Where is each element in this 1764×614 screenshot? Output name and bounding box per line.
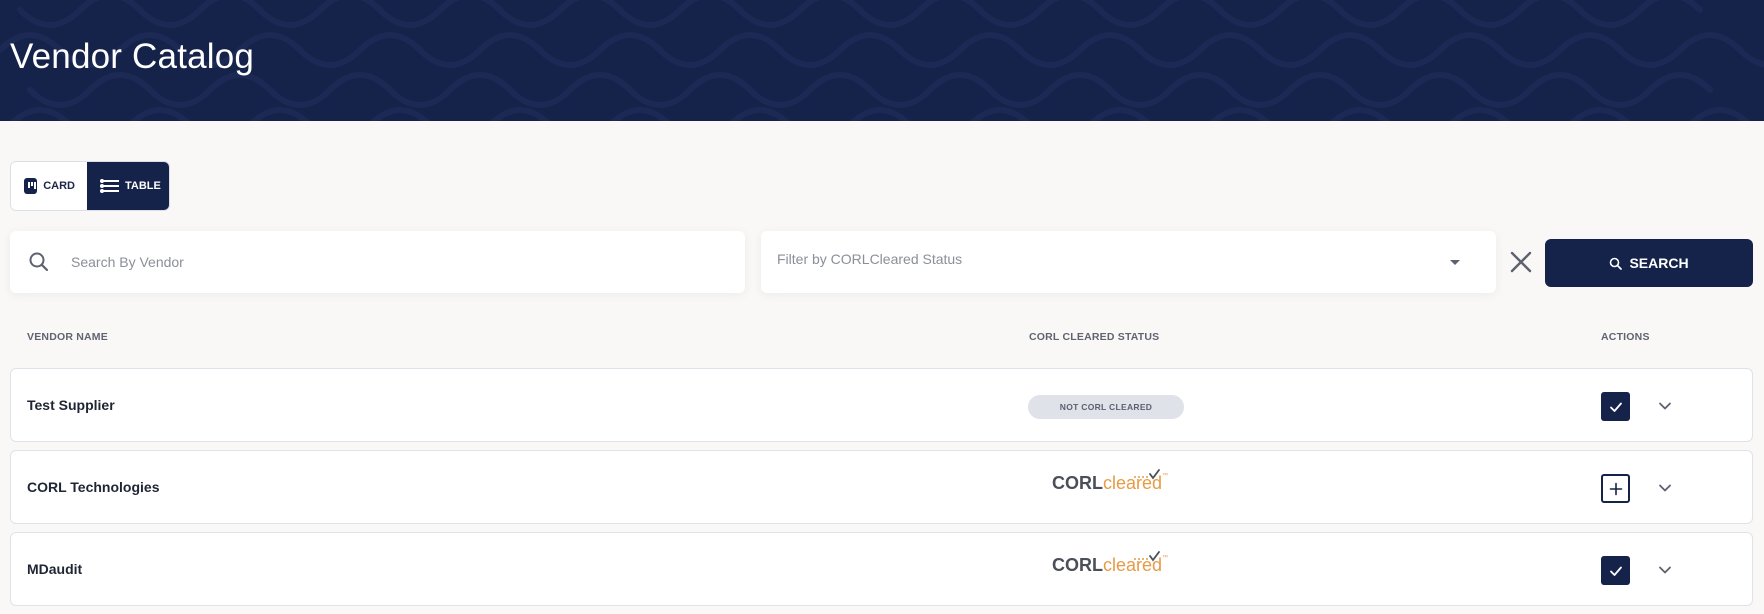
corl-cleared-logo: CORLcleared™ [1052, 551, 1168, 576]
chevron-down-icon[interactable] [1658, 400, 1672, 412]
chevron-down-icon [1450, 260, 1460, 265]
chevron-down-icon[interactable] [1658, 564, 1672, 576]
selected-checkbox[interactable] [1601, 556, 1630, 585]
banner-pattern [0, 0, 1764, 121]
table-row: CORL Technologies CORLcleared™ [10, 450, 1753, 524]
selected-checkbox[interactable] [1601, 392, 1630, 421]
search-icon [29, 252, 49, 272]
cleared-check-icon [1134, 469, 1160, 480]
page-title: Vendor Catalog [10, 37, 255, 76]
status-filter-placeholder: Filter by CORLCleared Status [777, 251, 963, 267]
table-row: Test Supplier NOT CORL CLEARED [10, 368, 1753, 442]
vendor-name: CORL Technologies [27, 479, 160, 495]
check-icon [1609, 566, 1622, 576]
table-row: MDaudit CORLcleared™ [10, 532, 1753, 606]
search-button-label: SEARCH [1629, 255, 1689, 271]
card-view-icon [24, 178, 38, 194]
vendor-name: MDaudit [27, 561, 83, 577]
check-icon [1609, 402, 1622, 412]
column-header-status: CORL CLEARED STATUS [1029, 331, 1160, 343]
vendor-name: Test Supplier [27, 397, 115, 413]
card-view-button[interactable]: CARD [11, 162, 87, 210]
status-badge: NOT CORL CLEARED [1028, 395, 1184, 419]
column-header-actions: ACTIONS [1601, 331, 1650, 343]
table-view-label: TABLE [125, 180, 161, 192]
search-button[interactable]: SEARCH [1545, 239, 1753, 287]
search-input[interactable] [71, 245, 711, 279]
card-view-label: CARD [43, 180, 75, 192]
list-icon [100, 179, 119, 193]
cleared-check-icon [1134, 551, 1160, 562]
chevron-down-icon[interactable] [1658, 482, 1672, 494]
view-toggle: CARD TABLE [10, 161, 170, 211]
add-vendor-button[interactable] [1601, 474, 1630, 503]
search-icon [1610, 257, 1623, 270]
table-view-button[interactable]: TABLE [87, 162, 169, 210]
clear-filters-close-icon[interactable] [1509, 250, 1533, 274]
search-container [10, 231, 745, 293]
status-filter-select[interactable]: Filter by CORLCleared Status [761, 231, 1496, 293]
page-banner: Vendor Catalog [0, 0, 1764, 121]
column-header-vendor: VENDOR NAME [27, 331, 108, 343]
corl-cleared-logo: CORLcleared™ [1052, 469, 1168, 494]
plus-icon [1609, 482, 1622, 495]
